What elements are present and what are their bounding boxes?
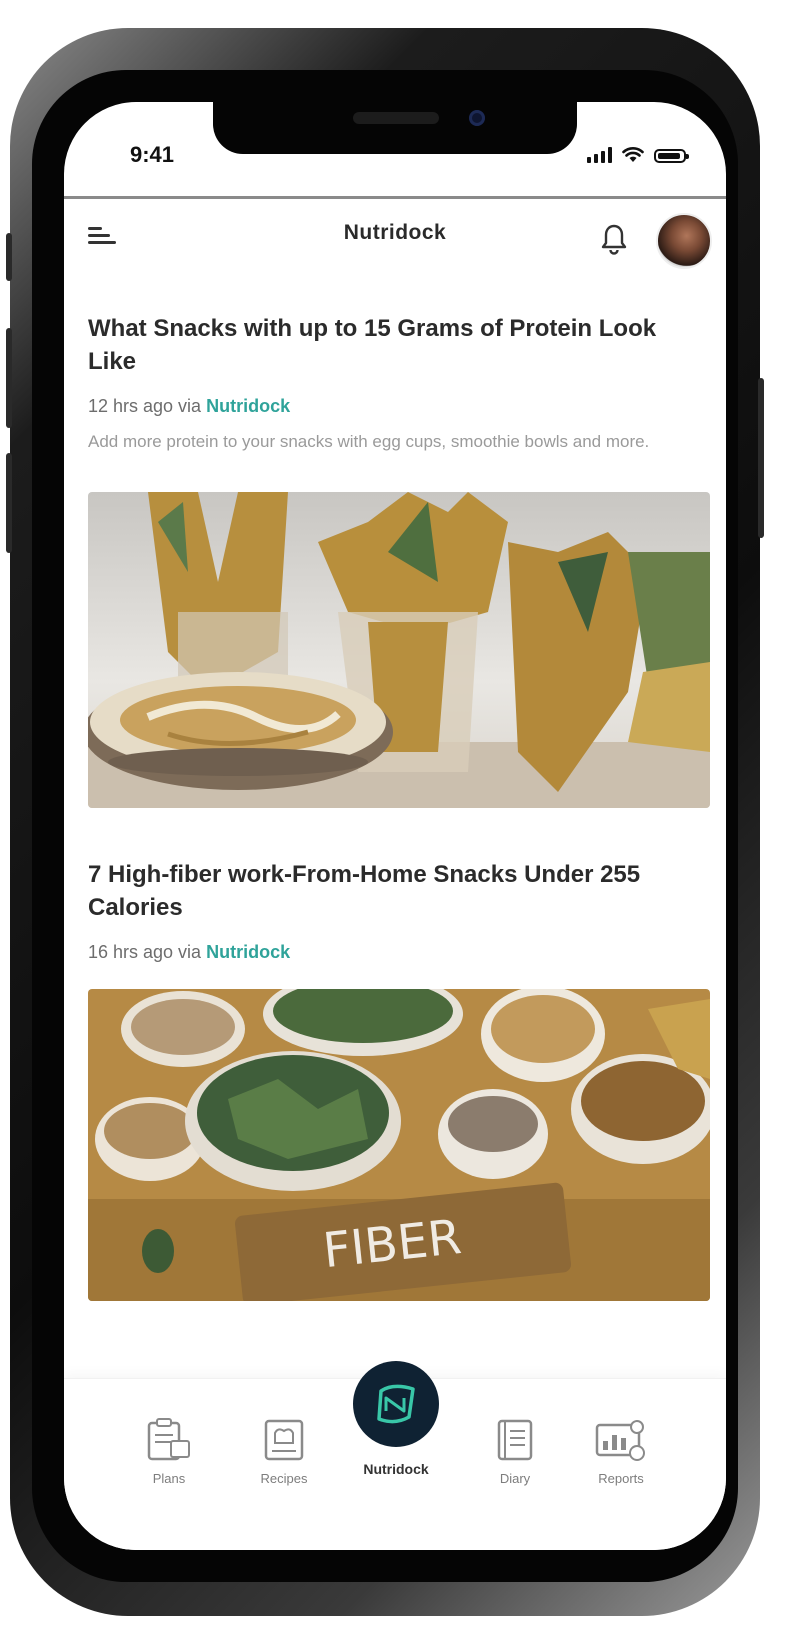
article-title[interactable]: 7 High-fiber work-From-Home Snacks Under… — [88, 858, 708, 924]
nav-label: Plans — [152, 1471, 186, 1486]
nav-item-plans[interactable]: Plans — [114, 1417, 224, 1486]
bottom-navigation: Plans Recipes Nutridock Diary Reports — [64, 1361, 726, 1550]
article-summary: Add more protein to your snacks with egg… — [88, 432, 650, 451]
phone-frame: 9:41 Nutridock What Snacks with up to 15… — [6, 28, 764, 1616]
cellular-signal-icon — [587, 147, 612, 163]
nav-label: Diary — [499, 1471, 531, 1486]
article-meta: 16 hrs ago via Nutridock — [88, 942, 708, 963]
phone-volume-down-button — [6, 453, 12, 553]
wifi-icon — [622, 147, 644, 162]
article-feed: What Snacks with up to 15 Grams of Prote… — [88, 312, 710, 1301]
phone-mute-switch — [6, 233, 12, 281]
notification-bell-icon[interactable] — [600, 223, 628, 255]
notch — [213, 102, 577, 154]
article-time: 16 hrs ago via — [88, 942, 202, 962]
recipes-icon — [264, 1419, 304, 1461]
article-time: 12 hrs ago via — [88, 396, 202, 416]
nutridock-logo-icon — [377, 1384, 415, 1424]
reports-icon — [595, 1420, 645, 1461]
article-card: What Snacks with up to 15 Grams of Prote… — [88, 312, 710, 808]
fiber-foods-photo: FIBER — [88, 989, 710, 1301]
user-avatar[interactable] — [656, 213, 712, 269]
phone-power-button — [758, 378, 764, 538]
phone-volume-up-button — [6, 328, 12, 428]
article-source-link[interactable]: Nutridock — [206, 396, 290, 416]
article-source-link[interactable]: Nutridock — [206, 942, 290, 962]
nav-item-reports[interactable]: Reports — [566, 1417, 676, 1486]
article-image-fiber-snacks[interactable]: FIBER — [88, 989, 710, 1301]
earpiece-speaker — [353, 112, 439, 124]
article-image-protein-snacks[interactable] — [88, 492, 710, 808]
status-time: 9:41 — [130, 142, 175, 167]
battery-icon — [654, 149, 689, 163]
front-camera — [469, 110, 485, 126]
nav-item-nutridock[interactable] — [353, 1361, 439, 1447]
nav-label-active: Nutridock — [363, 1461, 429, 1477]
plans-icon — [147, 1418, 190, 1461]
protein-snacks-photo — [88, 492, 710, 808]
article-title[interactable]: What Snacks with up to 15 Grams of Prote… — [88, 312, 708, 378]
phone-screen: 9:41 Nutridock What Snacks with up to 15… — [64, 102, 726, 1550]
nav-item-diary[interactable]: Diary — [460, 1417, 570, 1486]
article-card: 7 High-fiber work-From-Home Snacks Under… — [88, 858, 710, 1301]
nav-label: Reports — [598, 1471, 644, 1486]
status-icons — [587, 146, 689, 163]
app-header: Nutridock — [64, 199, 726, 289]
diary-icon — [497, 1419, 533, 1461]
article-meta: 12 hrs ago via Nutridock — [88, 396, 708, 417]
